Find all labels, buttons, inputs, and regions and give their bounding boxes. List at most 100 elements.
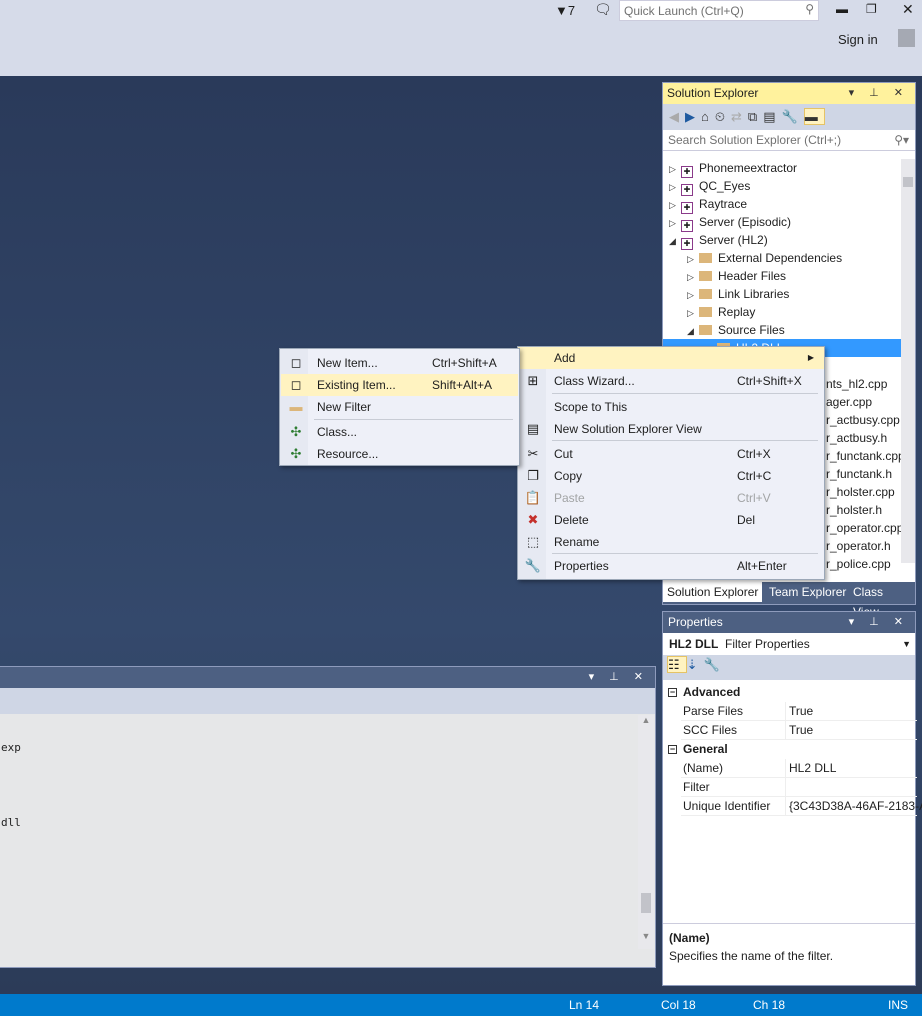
expanded-arrow-icon[interactable]: ◢ bbox=[687, 322, 699, 340]
property-value[interactable]: True bbox=[789, 702, 813, 721]
wrench-icon: 🔧 bbox=[524, 558, 542, 573]
property-row[interactable]: (Name) HL2 DLL bbox=[663, 759, 917, 778]
tree-item-label: r_holster.cpp bbox=[826, 485, 895, 499]
tree-item[interactable]: ▷ ✚ QC_Eyes bbox=[663, 177, 901, 196]
tree-item-label: Raytrace bbox=[699, 197, 748, 211]
collapsed-arrow-icon[interactable]: ▷ bbox=[687, 250, 699, 268]
restore-button[interactable]: ❐ bbox=[866, 2, 877, 16]
tab-class-view[interactable]: Class View bbox=[849, 582, 915, 619]
tree-item[interactable]: ▷ Header Files bbox=[663, 267, 901, 285]
preview-toggle-icon[interactable]: ▬ bbox=[803, 108, 825, 125]
alphabetical-icon[interactable]: ⇣ bbox=[687, 657, 704, 672]
categorized-icon[interactable]: ☷ bbox=[667, 656, 687, 673]
collapse-icon[interactable]: − bbox=[668, 745, 677, 754]
sync-icon[interactable]: ⇄ bbox=[731, 109, 748, 124]
tree-item[interactable]: ◢ Source Files bbox=[663, 321, 901, 339]
tab-team-explorer[interactable]: Team Explorer bbox=[765, 582, 850, 602]
quick-launch-input[interactable]: Quick Launch (Ctrl+Q) ⚲ bbox=[619, 0, 819, 21]
show-all-files-icon[interactable]: ▤ bbox=[763, 109, 781, 124]
submenu-item-new-filter[interactable]: ▬ New Filter bbox=[281, 396, 518, 418]
collapse-all-icon[interactable]: ⧉ bbox=[748, 109, 763, 124]
tree-item[interactable]: ▷ External Dependencies bbox=[663, 249, 901, 267]
menu-item-properties[interactable]: 🔧 Properties Alt+Enter bbox=[518, 555, 824, 577]
property-value[interactable]: True bbox=[789, 721, 813, 740]
tree-scrollbar[interactable] bbox=[901, 159, 915, 563]
object-selector[interactable]: HL2 DLL Filter Properties ▼ bbox=[663, 633, 915, 655]
home-icon[interactable]: ⌂ bbox=[701, 109, 715, 124]
property-category[interactable]: − Advanced bbox=[663, 683, 917, 702]
menu-item-shortcut: Ctrl+X bbox=[737, 447, 771, 461]
quick-launch-placeholder: Quick Launch (Ctrl+Q) bbox=[624, 4, 744, 18]
menu-item-class-wizard[interactable]: ⊞ Class Wizard... Ctrl+Shift+X bbox=[518, 370, 824, 392]
history-icon[interactable]: ⏲ bbox=[715, 109, 731, 124]
panel-window-buttons[interactable]: ▾ ⊥ ✕ bbox=[589, 667, 649, 688]
filter-folder-icon bbox=[699, 253, 712, 263]
panel-window-buttons[interactable]: ▾ ⊥ ✕ bbox=[849, 83, 909, 104]
submenu-item-existing-item[interactable]: ◻ Existing Item... Shift+Alt+A bbox=[281, 374, 518, 396]
category-name: Advanced bbox=[683, 685, 741, 699]
property-category[interactable]: − General bbox=[663, 740, 917, 759]
menu-item-new-solution-explorer-view[interactable]: ▤ New Solution Explorer View bbox=[518, 418, 824, 440]
tree-item-label: Server (Episodic) bbox=[699, 215, 792, 229]
property-value[interactable]: HL2 DLL bbox=[789, 759, 836, 778]
tree-item-label: ager.cpp bbox=[826, 395, 873, 409]
collapsed-arrow-icon[interactable]: ▷ bbox=[669, 196, 681, 214]
new-item-icon: ◻ bbox=[290, 355, 302, 370]
submenu-item-class[interactable]: ✣ Class... bbox=[281, 421, 518, 443]
submenu-item-resource[interactable]: ✣ Resource... bbox=[281, 443, 518, 465]
collapsed-arrow-icon[interactable]: ▷ bbox=[687, 304, 699, 322]
collapsed-arrow-icon[interactable]: ▷ bbox=[687, 268, 699, 286]
output-scrollbar[interactable]: ▲ ▼ bbox=[638, 715, 654, 949]
property-grid: − Advanced Parse Files True SCC Files True − Ge… bbox=[663, 683, 922, 883]
back-icon[interactable]: ◀ bbox=[669, 109, 685, 124]
property-name: Unique Identifier bbox=[683, 799, 771, 813]
solution-explorer-search[interactable]: Search Solution Explorer (Ctrl+;) ⚲▾ bbox=[663, 130, 915, 151]
tab-solution-explorer[interactable]: Solution Explorer bbox=[663, 582, 763, 602]
tree-item[interactable]: ▷ ✚ Raytrace bbox=[663, 195, 901, 214]
minimize-button[interactable]: ▬ bbox=[836, 2, 848, 16]
menu-item-paste[interactable]: 📋 Paste Ctrl+V bbox=[518, 487, 824, 509]
property-row[interactable]: Filter bbox=[663, 778, 917, 797]
avatar[interactable] bbox=[898, 29, 915, 47]
close-button[interactable]: ✕ bbox=[902, 1, 914, 18]
tree-item[interactable]: ▷ ✚ Server (Episodic) bbox=[663, 213, 901, 232]
tree-item[interactable]: ◢ ✚ Server (HL2) bbox=[663, 231, 901, 250]
property-pages-icon[interactable]: 🔧 bbox=[704, 657, 726, 672]
property-value[interactable]: {3C43D38A-46AF-2183-A bbox=[789, 797, 922, 816]
collapse-icon[interactable]: − bbox=[668, 688, 677, 697]
tree-item-label: r_actbusy.cpp bbox=[826, 413, 900, 427]
tree-item-label: r_operator.h bbox=[826, 539, 891, 553]
collapsed-arrow-icon[interactable]: ▷ bbox=[669, 178, 681, 196]
menu-item-delete[interactable]: ✖ Delete Del bbox=[518, 509, 824, 531]
panel-window-buttons[interactable]: ▾ ⊥ ✕ bbox=[849, 612, 909, 633]
collapsed-arrow-icon[interactable]: ▷ bbox=[687, 286, 699, 304]
tree-item[interactable]: ▷ Link Libraries bbox=[663, 285, 901, 303]
new-view-icon: ▤ bbox=[526, 421, 540, 436]
menu-item-label: Add bbox=[554, 351, 576, 365]
menu-item-add[interactable]: Add ▶ bbox=[518, 347, 824, 369]
menu-item-cut[interactable]: ✂ Cut Ctrl+X bbox=[518, 443, 824, 465]
menu-item-rename[interactable]: ⬚ Rename bbox=[518, 531, 824, 553]
menu-item-scope-to-this[interactable]: Scope to This bbox=[518, 396, 824, 418]
property-row[interactable]: SCC Files True bbox=[663, 721, 917, 740]
output-panel: ▾ ⊥ ✕ exp dll ▲ ▼ bbox=[0, 666, 656, 968]
property-row[interactable]: Unique Identifier {3C43D38A-46AF-2183-A bbox=[663, 797, 922, 816]
category-name: General bbox=[683, 742, 728, 756]
submenu-item-new-item[interactable]: ◻ New Item... Ctrl+Shift+A bbox=[281, 352, 518, 374]
property-name: Parse Files bbox=[683, 704, 744, 718]
notifications-flag[interactable]: ▼7 bbox=[555, 3, 575, 18]
tree-item[interactable]: ▷ ✚ Phonemeextractor bbox=[663, 159, 901, 178]
sign-in-link[interactable]: Sign in bbox=[838, 32, 878, 47]
collapsed-arrow-icon[interactable]: ▷ bbox=[669, 214, 681, 232]
properties-wrench-icon[interactable]: 🔧 bbox=[782, 109, 804, 124]
tree-item[interactable]: ▷ Replay bbox=[663, 303, 901, 321]
menu-item-copy[interactable]: ❐ Copy Ctrl+C bbox=[518, 465, 824, 487]
feedback-icon[interactable]: 🗨 bbox=[594, 1, 612, 18]
rename-icon: ⬚ bbox=[526, 534, 540, 549]
expanded-arrow-icon[interactable]: ◢ bbox=[669, 232, 681, 250]
forward-icon[interactable]: ▶ bbox=[685, 109, 701, 124]
menu-item-shortcut: Ctrl+C bbox=[737, 469, 772, 483]
collapsed-arrow-icon[interactable]: ▷ bbox=[669, 160, 681, 178]
menu-item-label: Properties bbox=[554, 559, 609, 573]
property-row[interactable]: Parse Files True bbox=[663, 702, 917, 721]
